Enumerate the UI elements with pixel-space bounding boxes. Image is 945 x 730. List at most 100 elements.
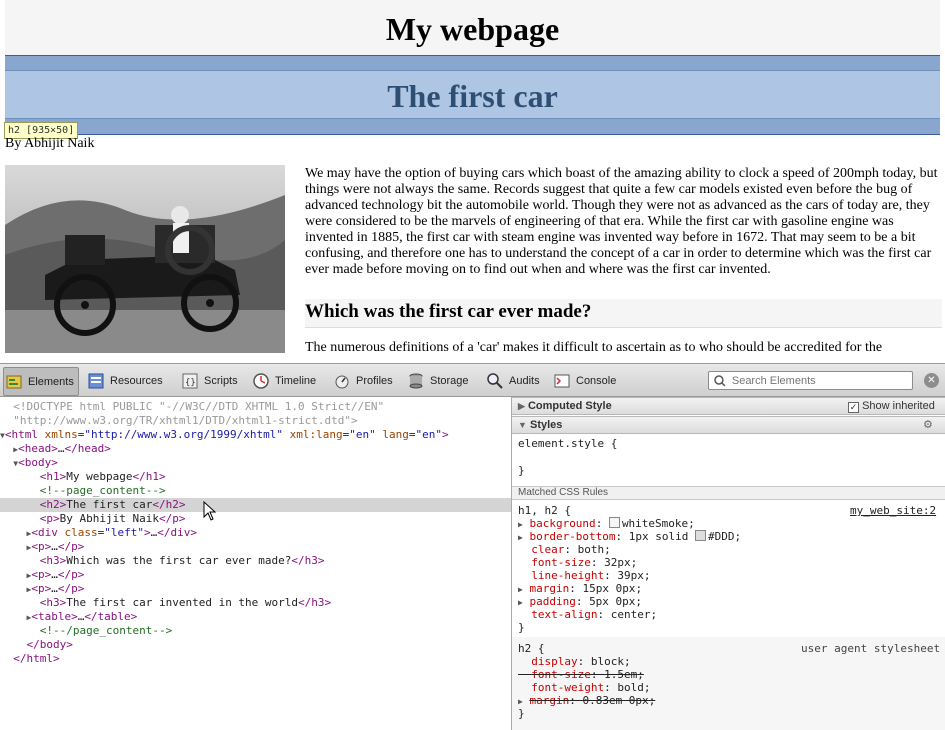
matched-css-rules-header: Matched CSS Rules	[512, 486, 945, 500]
prop-value: bold	[617, 681, 644, 694]
prop-name: text-align	[531, 608, 598, 621]
styles-sidebar[interactable]: ▶ Computed Style ✓ Show inherited ▼ Styl…	[512, 397, 945, 730]
html-xmlns-value: http://www.w3.org/1999/xhtml	[90, 428, 277, 441]
checkbox-checked-icon[interactable]: ✓	[848, 402, 859, 413]
tab-timeline[interactable]: Timeline	[251, 367, 316, 394]
tab-audits[interactable]: Audits	[485, 367, 540, 394]
css-prop-clear[interactable]: clear: both;	[518, 543, 611, 556]
css-prop-padding[interactable]: ▶ padding: 5px 0px;	[518, 595, 642, 609]
rule1-source-link[interactable]: my_web_site:2	[850, 504, 936, 517]
prop-value: 5px 0px	[589, 595, 636, 608]
second-paragraph: The numerous definitions of a 'car' make…	[305, 340, 883, 355]
tab-timeline-label: Timeline	[275, 374, 317, 387]
dom-node-body-close[interactable]: </body>	[0, 638, 511, 652]
tab-storage[interactable]: Storage	[406, 367, 469, 394]
search-elements-input[interactable]	[729, 373, 912, 388]
dom-h3a-text: Which was the first car ever made?	[66, 554, 292, 567]
element-style-rule[interactable]: element.style {	[518, 437, 617, 450]
expand-triangle-icon[interactable]: ▶	[518, 598, 523, 607]
mouse-cursor-icon	[203, 501, 217, 521]
tab-resources[interactable]: Resources	[86, 367, 163, 394]
dom-node-html-close[interactable]: </html>	[0, 652, 511, 666]
dom-node-h3[interactable]: <h3>Which was the first car ever made?</…	[0, 554, 511, 568]
elements-icon	[6, 375, 22, 388]
html-xml-lang-value: en	[355, 428, 370, 441]
car-photo-illustration	[5, 165, 285, 353]
dom-div-class: left	[110, 526, 138, 539]
dom-comment-open-text: page_content	[66, 484, 146, 497]
profiles-icon	[335, 375, 349, 388]
tab-storage-label: Storage	[430, 374, 469, 387]
rule1-close: }	[518, 621, 525, 634]
search-clear-icon[interactable]: ✕	[924, 373, 939, 388]
doctype-text-2: "http://www.w3.org/TR/xhtml1/DTD/xhtml1-…	[13, 414, 358, 427]
dom-node-h1[interactable]: <h1>My webpage</h1>	[0, 470, 511, 484]
expand-triangle-icon[interactable]: ▶	[518, 697, 523, 706]
computed-style-header[interactable]: ▶ Computed Style ✓ Show inherited	[512, 397, 945, 415]
dom-node-body[interactable]: ▼<body>	[0, 456, 511, 470]
console-icon	[554, 374, 570, 387]
dom-comment-open[interactable]: <!--page_content-->	[0, 484, 511, 498]
gear-icon[interactable]: ⚙	[923, 417, 933, 433]
expand-triangle-icon[interactable]: ▶	[518, 533, 523, 542]
tab-elements[interactable]: Elements	[3, 367, 79, 396]
tab-profiles[interactable]: Profiles	[332, 367, 393, 394]
dom-node-p[interactable]: <p>By Abhijit Naik</p>	[0, 512, 511, 526]
css-prop-line-height[interactable]: line-height: 39px;	[518, 569, 650, 582]
css-prop-display[interactable]: display: block;	[518, 655, 630, 668]
page-viewport: My webpage The first car h2 [935×50] By …	[0, 0, 945, 363]
tab-scripts[interactable]: {} Scripts	[180, 367, 238, 394]
prop-value: 15px 0px	[582, 582, 636, 595]
dom-node-h2-selected[interactable]: <h2>The first car</h2>	[0, 498, 511, 512]
dom-node-div[interactable]: ▶<div class="left">…</div>	[0, 526, 511, 540]
dom-p-text: By Abhijit Naik	[59, 512, 159, 525]
css-prop-font-size[interactable]: font-size: 32px;	[518, 556, 637, 569]
rule2-source: user agent stylesheet	[801, 642, 941, 655]
resources-icon	[88, 373, 104, 388]
dom-node-table[interactable]: ▶<table>…</table>	[0, 610, 511, 624]
prop-value: center	[610, 608, 651, 621]
show-inherited-toggle[interactable]: ✓ Show inherited	[848, 398, 935, 414]
vintage-car-photo	[5, 165, 285, 353]
collapsed-triangle-icon[interactable]: ▶	[518, 401, 525, 411]
dom-node-html[interactable]: ▼<html xmlns="http://www.w3.org/1999/xht…	[0, 428, 511, 442]
css-prop-border-bottom[interactable]: ▶ border-bottom: 1px solid #DDD;	[518, 530, 741, 544]
dom-node-p-collapsed[interactable]: ▶<p>…</p>	[0, 540, 511, 554]
color-swatch[interactable]	[608, 517, 620, 528]
dom-node-p-collapsed[interactable]: ▶<p>…</p>	[0, 582, 511, 596]
color-swatch[interactable]	[695, 530, 707, 541]
tab-scripts-label: Scripts	[204, 374, 238, 387]
search-elements-box[interactable]	[708, 371, 913, 390]
dom-comment-close-text: /page_content	[66, 624, 153, 637]
dom-comment-close[interactable]: <!--/page_content-->	[0, 624, 511, 638]
css-prop-margin[interactable]: ▶ margin: 15px 0px;	[518, 582, 642, 596]
styles-header[interactable]: ▼ Styles ⚙	[512, 416, 945, 434]
expand-triangle-icon[interactable]: ▶	[518, 585, 523, 594]
prop-value: 0.83em 0px	[582, 694, 649, 707]
dom-doctype-line2: "http://www.w3.org/TR/xhtml1/DTD/xhtml1-…	[0, 414, 511, 428]
tab-console[interactable]: Console	[552, 367, 616, 394]
svg-text:{}: {}	[185, 378, 196, 388]
dom-node-p-collapsed[interactable]: ▶<p>…</p>	[0, 568, 511, 582]
expand-triangle-icon[interactable]: ▶	[518, 520, 523, 529]
audits-icon	[487, 372, 503, 389]
css-prop-font-weight[interactable]: font-weight: bold;	[518, 681, 650, 694]
intro-paragraph: We may have the option of buying cars wh…	[305, 166, 938, 277]
dom-node-head[interactable]: ▶<head>…</head>	[0, 442, 511, 456]
rule2-selector[interactable]: h2 {	[518, 642, 545, 655]
dom-tree-pane[interactable]: <!DOCTYPE html PUBLIC "-//W3C//DTD XHTML…	[0, 397, 512, 730]
css-prop-margin-overridden[interactable]: ▶ margin: 0.83em 0px;	[518, 694, 655, 708]
prop-name: border-bottom	[529, 530, 616, 543]
tab-console-label: Console	[576, 374, 617, 387]
dom-h2-text: The first car	[66, 498, 153, 511]
css-prop-background[interactable]: ▶ background: whiteSmoke;	[518, 517, 695, 531]
rule2-close: }	[518, 707, 525, 720]
expanded-triangle-icon[interactable]: ▼	[518, 420, 527, 430]
dom-node-h3[interactable]: <h3>The first car invented in the world<…	[0, 596, 511, 610]
computed-style-title: Computed Style	[527, 400, 612, 412]
rule1-selector[interactable]: h1, h2 {	[518, 504, 571, 517]
prop-value-color: #DDD	[708, 530, 735, 543]
css-prop-font-size-overridden[interactable]: font-size: 1.5em;	[518, 668, 644, 681]
prop-value: 1.5em	[604, 668, 638, 681]
css-prop-text-align[interactable]: text-align: center;	[518, 608, 657, 621]
